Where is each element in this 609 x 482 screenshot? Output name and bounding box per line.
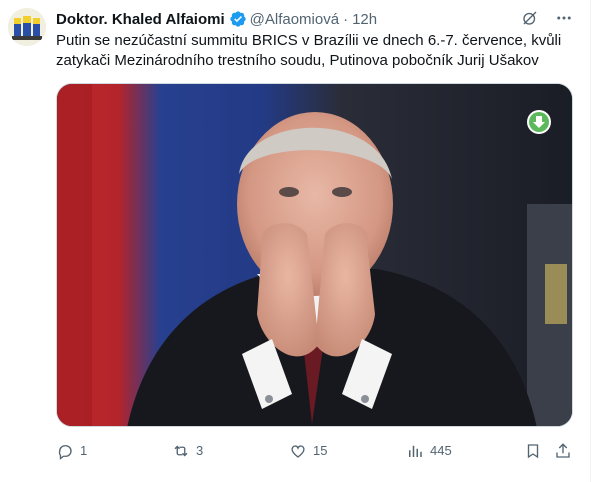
views-count: 445 (430, 443, 452, 458)
tweet-actions: 1 3 15 445 (56, 437, 576, 465)
tweet-image[interactable] (56, 83, 573, 427)
share-icon (556, 443, 570, 458)
like-button[interactable]: 15 (289, 437, 327, 465)
author-name[interactable]: Doktor. Khaled Alfaiomi (56, 11, 225, 28)
avatar[interactable] (8, 8, 46, 46)
more-icon[interactable] (554, 8, 574, 28)
views-button[interactable]: 445 (406, 437, 452, 465)
timeline-border (590, 0, 591, 482)
like-icon (291, 445, 305, 458)
bookmark-button[interactable] (524, 437, 548, 465)
tweet-time[interactable]: 12h (352, 11, 377, 28)
views-icon (409, 445, 422, 457)
retweet-count: 3 (196, 443, 204, 458)
retweet-icon (174, 445, 188, 457)
retweet-button[interactable]: 3 (172, 437, 203, 465)
reply-icon (58, 445, 72, 460)
reply-count: 1 (80, 443, 88, 458)
tweet-card[interactable]: Doktor. Khaled Alfaiomi @Alfaomiová · 12… (0, 0, 592, 482)
photo-man-hands-clasped (57, 84, 572, 426)
tweet-text: Putin se nezúčastní summitu BRICS v Braz… (56, 32, 562, 69)
verified-badge-icon (229, 10, 247, 28)
download-icon[interactable] (527, 110, 551, 134)
header-actions (520, 8, 574, 28)
like-count: 15 (313, 443, 328, 458)
bookmark-icon (527, 444, 539, 459)
author-handle[interactable]: @Alfaomiová (250, 11, 339, 28)
reply-button[interactable]: 1 (56, 437, 87, 465)
share-button[interactable] (554, 437, 578, 465)
grok-icon[interactable] (520, 8, 540, 28)
tweet-header: Doktor. Khaled Alfaiomi @Alfaomiová · 12… (56, 8, 377, 30)
separator-dot: · (343, 10, 349, 28)
